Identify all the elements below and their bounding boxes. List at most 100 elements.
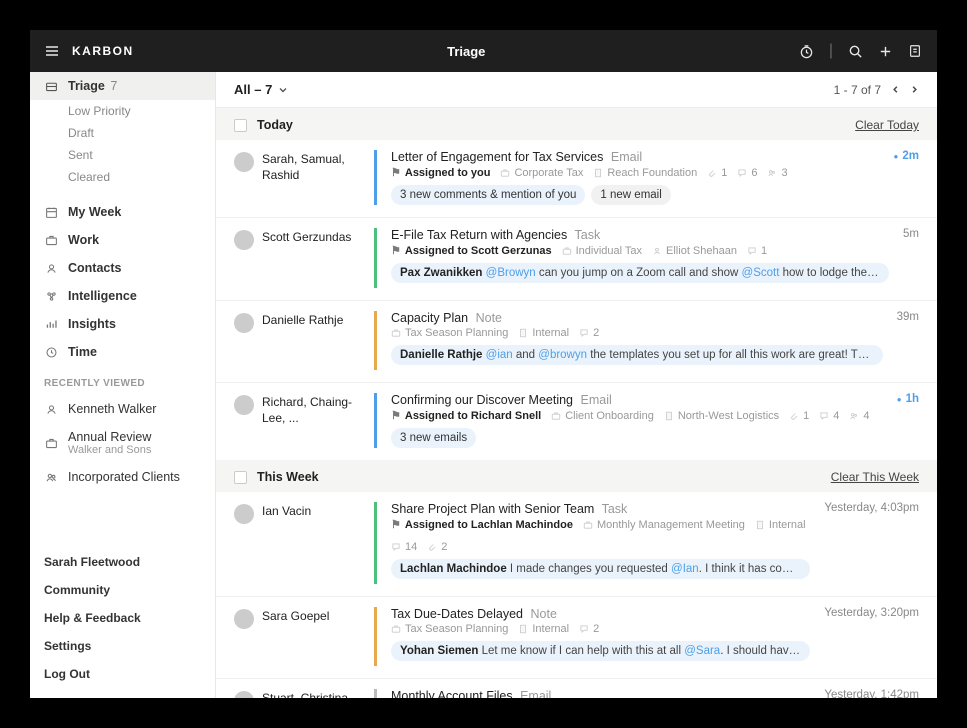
my-week-icon (44, 205, 58, 219)
topbar: KARBON Triage | (30, 30, 937, 72)
notes-icon[interactable] (907, 43, 923, 59)
nav-sub-low-priority[interactable]: Low Priority (30, 100, 215, 122)
main-panel: All – 7 1 - 7 of 7 Today Clear Today (216, 72, 937, 698)
triage-row[interactable]: Stuart, Christina, Maia Monthly Account … (216, 679, 937, 698)
message-meta: Assigned to Richard Snell Client Onboard… (391, 409, 883, 422)
nav-work[interactable]: Work (30, 226, 215, 254)
recent-item[interactable]: Incorporated Clients (30, 463, 215, 491)
sender-names: Stuart, Christina, Maia (262, 691, 374, 698)
triage-row[interactable]: Richard, Chaing-Lee, ... Confirming our … (216, 383, 937, 460)
nav-time[interactable]: Time (30, 338, 215, 366)
nav-triage[interactable]: Triage 7 (30, 72, 215, 100)
section-checkbox[interactable] (234, 471, 247, 484)
avatar (234, 230, 254, 250)
meta-comment: 4 (819, 410, 839, 422)
meta-building: Reach Foundation (593, 167, 697, 179)
meta-people: 3 (767, 167, 787, 179)
triage-list: Today Clear Today Sarah, Samual, Rashid … (216, 108, 937, 698)
meta-person: Elliot Shehaan (652, 245, 737, 257)
search-icon[interactable] (847, 43, 863, 59)
meta-building: North-West Logistics (664, 410, 779, 422)
nav-intelligence[interactable]: Intelligence (30, 282, 215, 310)
message-time: 39m (883, 311, 919, 370)
message-type: Email (607, 150, 642, 164)
page-title: Triage (134, 44, 799, 59)
meta-briefcase: Tax Season Planning (391, 327, 508, 339)
filter-dropdown[interactable]: All – 7 (234, 82, 288, 97)
sidebar-bottom-links: Sarah FleetwoodCommunityHelp & FeedbackS… (30, 542, 215, 698)
message-snippet: Pax Zwanikken @Browyn can you jump on a … (391, 263, 889, 283)
message-meta: Tax Season Planning Internal 2 (391, 327, 883, 339)
recent-item[interactable]: Annual ReviewWalker and Sons (30, 423, 215, 463)
recent-item[interactable]: Kenneth Walker (30, 395, 215, 423)
meta-building: Internal (518, 623, 569, 635)
assigned-to: Assigned to Richard Snell (391, 409, 541, 422)
meta-people: 4 (849, 410, 869, 422)
sidebar: Triage 7 Low PriorityDraftSentCleared My… (30, 72, 216, 698)
meta-briefcase: Individual Tax (562, 245, 642, 257)
bottom-link-sarah-fleetwood[interactable]: Sarah Fleetwood (30, 548, 215, 576)
clear-section-link[interactable]: Clear Today (855, 118, 919, 132)
add-icon[interactable] (877, 43, 893, 59)
paginator: 1 - 7 of 7 (834, 83, 919, 97)
nav-contacts[interactable]: Contacts (30, 254, 215, 282)
app-body: Triage 7 Low PriorityDraftSentCleared My… (30, 72, 937, 698)
message-time: Yesterday, 1:42pm (810, 689, 919, 698)
sender-names: Ian Vacin (262, 504, 311, 520)
triage-row[interactable]: Scott Gerzundas E-File Tax Return with A… (216, 218, 937, 301)
meta-building: Internal (518, 327, 569, 339)
section-checkbox[interactable] (234, 119, 247, 132)
meta-comment: 2 (579, 327, 599, 339)
time-icon (44, 345, 58, 359)
recent-icon (44, 436, 58, 450)
nav-triage-label: Triage (68, 79, 105, 93)
bottom-link-settings[interactable]: Settings (30, 632, 215, 660)
triage-row[interactable]: Sarah, Samual, Rashid Letter of Engageme… (216, 140, 937, 218)
filter-label: All – 7 (234, 82, 272, 97)
message-subject: Capacity Plan Note (391, 311, 883, 325)
intelligence-icon (44, 289, 58, 303)
bottom-link-help-feedback[interactable]: Help & Feedback (30, 604, 215, 632)
assigned-to: Assigned to Scott Gerzunas (391, 244, 552, 257)
sender-names: Danielle Rathje (262, 313, 343, 329)
sender-names: Sarah, Samual, Rashid (262, 152, 374, 183)
prev-page-button[interactable] (891, 83, 900, 97)
avatar (234, 691, 254, 698)
timer-icon[interactable] (799, 43, 815, 59)
clear-section-link[interactable]: Clear This Week (831, 470, 919, 484)
assigned-to: Assigned to you (391, 166, 490, 179)
avatar (234, 313, 254, 333)
meta-building: Internal (755, 519, 806, 531)
section-card: Ian Vacin Share Project Plan with Senior… (216, 492, 937, 698)
nav-sub-sent[interactable]: Sent (30, 144, 215, 166)
section-header: Today Clear Today (216, 108, 937, 140)
avatar (234, 152, 254, 172)
nav-sub-draft[interactable]: Draft (30, 122, 215, 144)
triage-row[interactable]: Danielle Rathje Capacity Plan Note Tax S… (216, 301, 937, 383)
next-page-button[interactable] (910, 83, 919, 97)
message-type: Note (472, 311, 502, 325)
message-time: Yesterday, 4:03pm (810, 502, 919, 584)
bottom-link-community[interactable]: Community (30, 576, 215, 604)
nav-label: Insights (68, 317, 116, 331)
message-time: 5m (889, 228, 919, 288)
meta-attach: 1 (707, 167, 727, 179)
meta-briefcase: Tax Season Planning (391, 623, 508, 635)
nav-insights[interactable]: Insights (30, 310, 215, 338)
message-meta: Assigned to Scott Gerzunas Individual Ta… (391, 244, 889, 257)
message-meta: Assigned to you Corporate TaxReach Found… (391, 166, 880, 179)
message-type: Email (517, 689, 552, 698)
triage-row[interactable]: Ian Vacin Share Project Plan with Senior… (216, 492, 937, 597)
nav-my-week[interactable]: My Week (30, 198, 215, 226)
message-time: Yesterday, 3:20pm (810, 607, 919, 666)
message-type: Task (598, 502, 627, 516)
menu-icon[interactable] (44, 43, 60, 59)
assigned-to: Assigned to Lachlan Machindoe (391, 518, 573, 531)
nav-label: Work (68, 233, 99, 247)
nav-sub-cleared[interactable]: Cleared (30, 166, 215, 188)
recent-icon (44, 470, 58, 484)
meta-attach: 1 (789, 410, 809, 422)
triage-row[interactable]: Sara Goepel Tax Due-Dates Delayed Note T… (216, 597, 937, 679)
bottom-link-log-out[interactable]: Log Out (30, 660, 215, 688)
recent-label: Annual ReviewWalker and Sons (68, 430, 151, 456)
